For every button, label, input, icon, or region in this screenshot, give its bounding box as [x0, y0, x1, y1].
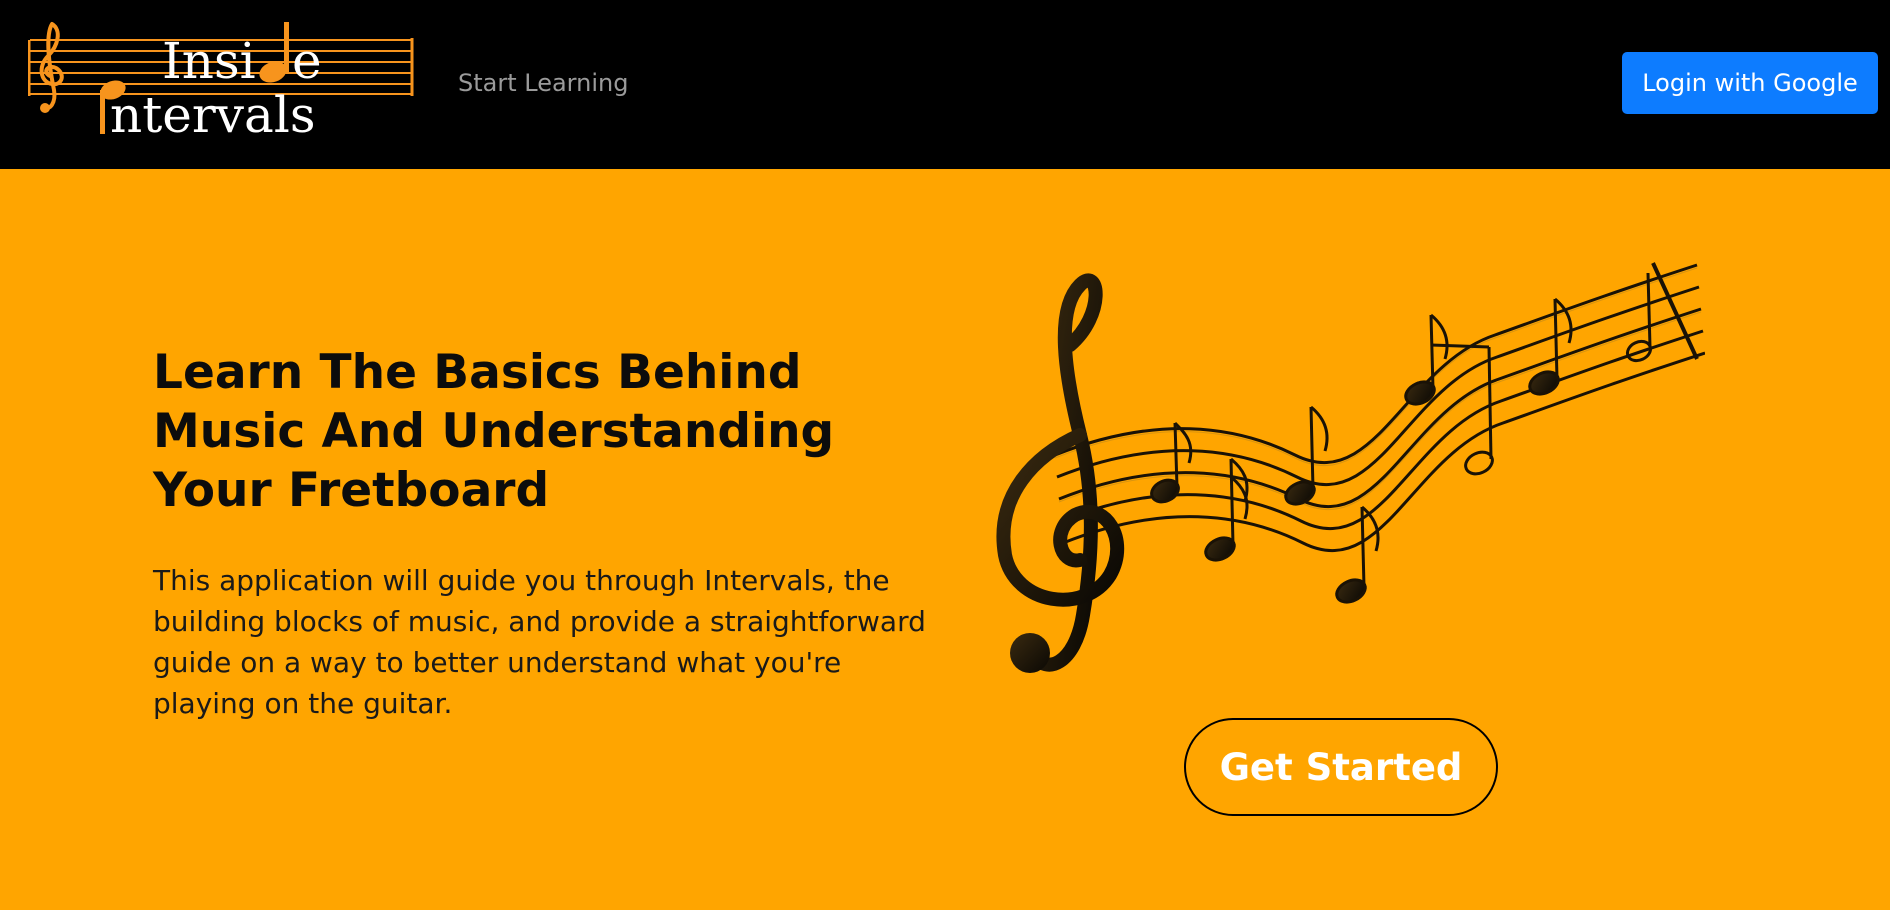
treble-clef-staff-logo-icon: Insi e ntervals: [28, 22, 414, 144]
landing-page: Insi e ntervals Start Learning Login wit…: [0, 0, 1890, 910]
logo-text-line1: Insi: [162, 32, 256, 90]
logo-text-line2: ntervals: [110, 86, 316, 144]
music-notes-icon: [996, 262, 1706, 673]
hero-description: This application will guide you through …: [153, 564, 926, 720]
music-notes-illustration: [975, 255, 1706, 715]
get-started-button[interactable]: Get Started: [1184, 718, 1498, 816]
login-with-google-button[interactable]: Login with Google: [1622, 52, 1878, 114]
nav-link-start-learning[interactable]: Start Learning: [458, 69, 628, 97]
logo-text-line1-end: e: [292, 32, 322, 90]
hero-title: Learn The Basics Behind Music And Unders…: [153, 345, 835, 518]
navbar: Insi e ntervals Start Learning Login wit…: [0, 0, 1890, 169]
brand-logo[interactable]: Insi e ntervals: [28, 20, 416, 144]
